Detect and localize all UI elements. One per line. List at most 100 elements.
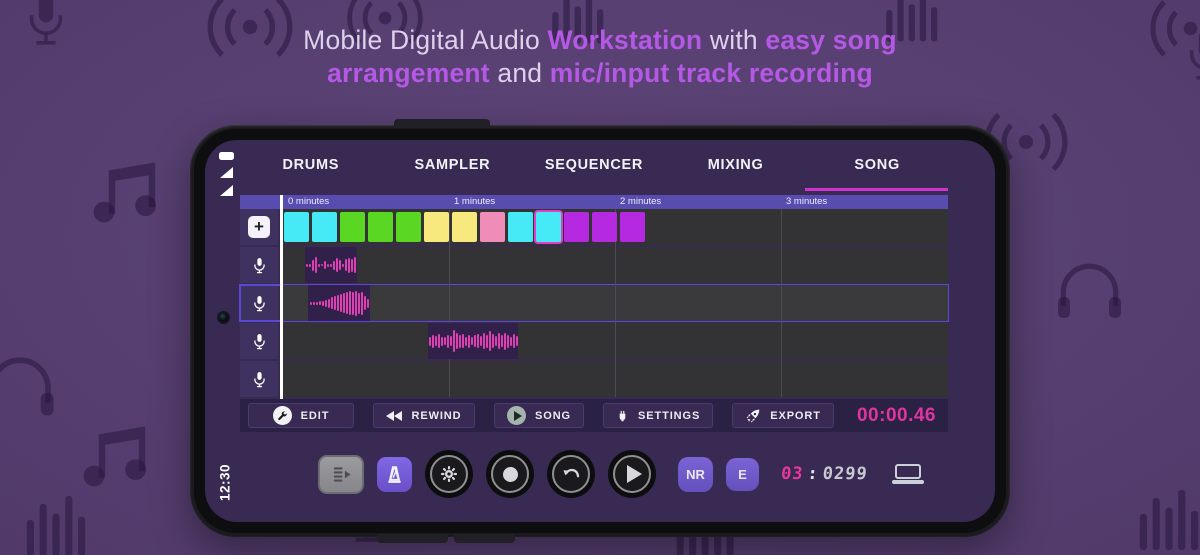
timeline-ruler[interactable]: 0 minutes 1 minutes 2 minutes 3 minutes <box>240 195 948 209</box>
pattern-counter: 03 : 0299 <box>780 464 868 484</box>
gear-icon <box>441 466 457 482</box>
play-circle-icon <box>507 406 526 425</box>
settings-button[interactable]: SETTINGS <box>603 403 714 428</box>
audio-clip[interactable] <box>428 323 518 359</box>
plug-icon <box>619 410 626 422</box>
metronome-icon <box>388 465 401 483</box>
phone-mockup: 12:30 DRUMS SAMPLER SEQUENCER MIXING SON… <box>190 119 1010 543</box>
song-block[interactable] <box>620 212 645 242</box>
play-icon <box>626 465 642 483</box>
microphone-icon <box>29 0 63 45</box>
rewind-button[interactable]: REWIND <box>373 403 475 428</box>
queue-icon <box>333 466 351 482</box>
rocket-icon <box>746 409 760 422</box>
effects-button[interactable]: E <box>726 457 759 491</box>
song-block[interactable] <box>396 212 421 242</box>
active-tab-underline <box>805 188 948 191</box>
tracklist-button[interactable] <box>318 454 364 494</box>
microphone-icon <box>253 333 265 349</box>
microphone-icon <box>1189 27 1200 80</box>
laptop-icon <box>894 464 921 480</box>
edit-button[interactable]: EDIT <box>248 403 354 428</box>
ruler-marker: 1 minutes <box>454 196 496 207</box>
mic-track-row <box>240 247 948 283</box>
mic-track-header[interactable] <box>240 285 278 321</box>
desktop-mode-button[interactable] <box>891 464 924 484</box>
front-camera <box>217 311 230 324</box>
song-block-selected[interactable] <box>536 212 561 242</box>
minute-gridline <box>781 209 782 397</box>
signal-icon <box>220 185 233 196</box>
song-block[interactable] <box>592 212 617 242</box>
audio-clip-selected[interactable] <box>308 285 370 321</box>
noise-reduction-button[interactable]: NR <box>678 456 713 492</box>
song-blocks <box>284 212 645 242</box>
tab-mixing[interactable]: MIXING <box>665 157 807 173</box>
ruler-marker: 2 minutes <box>620 196 662 207</box>
undo-button[interactable] <box>552 455 590 493</box>
status-clock: 12:30 <box>217 463 233 502</box>
song-block[interactable] <box>424 212 449 242</box>
music-note-icon <box>83 426 146 487</box>
tab-drums[interactable]: DRUMS <box>240 157 382 173</box>
metronome-button[interactable] <box>377 456 412 492</box>
phone-volume-button <box>377 534 448 543</box>
status-bar <box>219 152 234 196</box>
tab-sampler[interactable]: SAMPLER <box>382 157 524 173</box>
daw-app: DRUMS SAMPLER SEQUENCER MIXING SONG 0 mi… <box>239 140 949 522</box>
microphone-icon <box>253 371 265 387</box>
rewind-icon <box>386 410 403 421</box>
broadcast-icon <box>1148 0 1200 71</box>
mic-track-row-selected <box>239 284 949 322</box>
playhead[interactable] <box>280 195 283 399</box>
song-block[interactable] <box>508 212 533 242</box>
headphones-icon <box>0 345 60 425</box>
mic-track-row <box>240 323 948 359</box>
song-block[interactable] <box>284 212 309 242</box>
arrangement-lane[interactable] <box>283 209 948 245</box>
song-block[interactable] <box>564 212 589 242</box>
battery-icon <box>219 152 234 160</box>
track-area: + <box>239 209 949 397</box>
wrench-icon <box>272 406 292 425</box>
song-block[interactable] <box>452 212 477 242</box>
ruler-marker: 3 minutes <box>786 196 828 207</box>
undo-icon <box>562 468 579 477</box>
song-block[interactable] <box>480 212 505 242</box>
headphones-icon <box>1052 252 1127 327</box>
export-button[interactable]: EXPORT <box>732 403 834 428</box>
page-headline: Mobile Digital Audio Workstation with ea… <box>303 25 897 88</box>
counter-bank: 03 <box>780 464 805 484</box>
phone-screen: 12:30 DRUMS SAMPLER SEQUENCER MIXING SON… <box>205 140 995 522</box>
mic-track-header[interactable] <box>240 247 278 283</box>
song-play-button[interactable]: SONG <box>494 403 584 428</box>
record-icon <box>502 466 518 482</box>
record-button[interactable] <box>491 455 529 493</box>
song-block[interactable] <box>312 212 337 242</box>
tab-bar: DRUMS SAMPLER SEQUENCER MIXING SONG <box>240 140 948 190</box>
microphone-icon <box>253 257 265 273</box>
song-block[interactable] <box>340 212 365 242</box>
ruler-marker: 0 minutes <box>288 196 330 207</box>
wifi-icon <box>220 167 233 178</box>
add-track-button[interactable]: + <box>248 216 270 238</box>
song-timer: 00:00.46 <box>856 404 936 426</box>
settings-gear-button[interactable] <box>430 455 468 493</box>
phone-power-button <box>394 119 490 128</box>
mic-track-row <box>240 361 948 397</box>
mic-track-header[interactable] <box>240 323 278 359</box>
play-button[interactable] <box>613 455 651 493</box>
equalizer-icon <box>26 496 86 555</box>
mic-track-header[interactable] <box>240 361 278 397</box>
counter-value: 0299 <box>821 464 869 484</box>
microphone-icon <box>253 295 265 311</box>
counter-separator: : <box>806 464 820 484</box>
tab-sequencer[interactable]: SEQUENCER <box>523 157 665 173</box>
phone-volume-button <box>454 534 515 543</box>
song-block[interactable] <box>368 212 393 242</box>
audio-clip[interactable] <box>305 247 357 283</box>
song-toolbar: EDIT REWIND SONG SETTINGS EXPORT 00:00.4… <box>240 399 948 432</box>
tab-song[interactable]: SONG <box>806 157 948 173</box>
equalizer-icon <box>1139 490 1199 550</box>
music-note-icon <box>93 162 156 223</box>
